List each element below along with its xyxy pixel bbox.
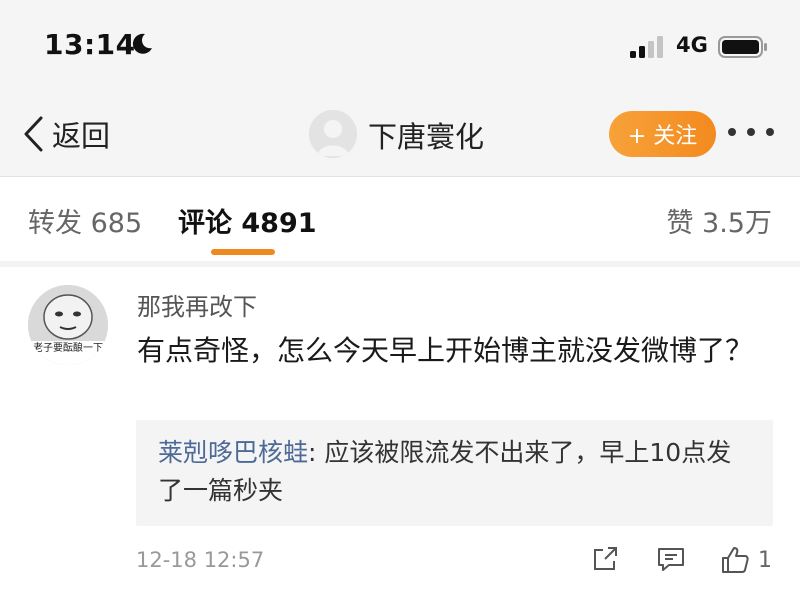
- tab-repost[interactable]: 转发 685: [28, 201, 142, 240]
- blogger-avatar[interactable]: [309, 110, 357, 158]
- share-icon: [594, 547, 617, 570]
- reply-content: 莱剋哆巴核蛙: 应该被限流发不出来了，早上10点发了一篇秒夹: [158, 434, 748, 510]
- nav-bar: 返回 下唐寰化 + 关注: [0, 90, 800, 177]
- chevron-left-icon: [24, 116, 43, 152]
- follow-button[interactable]: + 关注: [609, 111, 716, 157]
- page-title: 下唐寰化: [368, 120, 485, 154]
- active-tab-indicator: [211, 249, 275, 255]
- comment-icon: [658, 548, 684, 571]
- status-bar: 13:14 4G: [0, 0, 800, 90]
- more-dots-icon[interactable]: [726, 124, 776, 140]
- avatar-caption: 老子要酝酿一下: [33, 341, 103, 354]
- commenter-name[interactable]: 那我再改下: [137, 287, 257, 322]
- reply-button[interactable]: [656, 544, 686, 576]
- reply-author[interactable]: 莱剋哆巴核蛙: [158, 438, 308, 467]
- tab-like[interactable]: 赞 3.5万: [666, 201, 772, 240]
- person-silhouette-icon: [309, 110, 357, 158]
- back-label: 返回: [52, 119, 111, 153]
- reply-preview[interactable]: 莱剋哆巴核蛙: 应该被限流发不出来了，早上10点发了一篇秒夹: [136, 420, 773, 526]
- back-button[interactable]: 返回: [22, 112, 110, 156]
- battery-icon: [718, 36, 767, 58]
- share-button[interactable]: [590, 544, 620, 576]
- do-not-disturb-moon-icon: [132, 33, 152, 54]
- meme-face-avatar-icon: 老子要酝酿一下: [28, 285, 108, 365]
- status-time: 13:14: [44, 28, 136, 61]
- network-label: 4G: [676, 33, 708, 57]
- comment-timestamp: 12-18 12:57: [136, 548, 265, 572]
- comment-text: 有点奇怪，怎么今天早上开始博主就没发微博了？: [137, 334, 754, 367]
- tab-comment[interactable]: 评论 4891: [178, 201, 317, 240]
- thumbs-up-icon: [722, 547, 749, 573]
- post-tabs: 转发 685 评论 4891 赞 3.5万: [0, 177, 800, 261]
- comment-item: 老子要酝酿一下 那我再改下 有点奇怪，怎么今天早上开始博主就没发微博了？ 莱剋哆…: [0, 267, 800, 602]
- commenter-avatar[interactable]: 老子要酝酿一下: [28, 285, 108, 365]
- like-count: 1: [758, 547, 772, 573]
- like-button[interactable]: 1: [720, 544, 772, 576]
- signal-bars-icon: [630, 36, 663, 58]
